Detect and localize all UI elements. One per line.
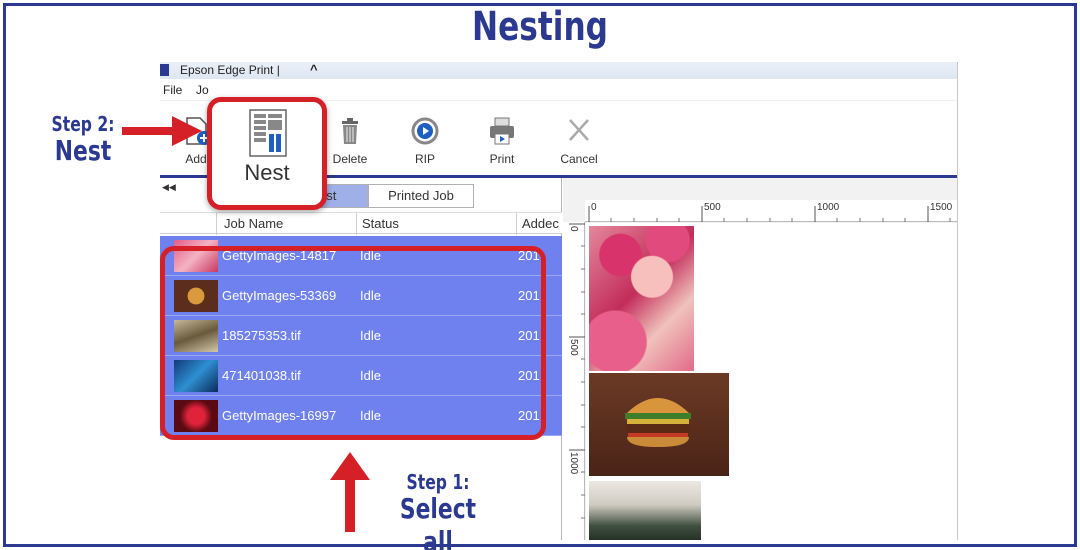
step1-number: Step 1:	[406, 470, 470, 494]
arrow-up-icon	[330, 452, 370, 532]
ribbon-collapse-button[interactable]: ^	[310, 62, 318, 77]
ruler-label: 0	[591, 202, 597, 213]
menu-job[interactable]: Jo	[196, 83, 209, 97]
vertical-ruler: 0 500 1000	[563, 222, 585, 540]
close-icon	[549, 114, 609, 148]
ruler-ticks	[569, 223, 585, 519]
ruler-label: 1000	[568, 452, 579, 475]
window-title: Epson Edge Print |	[180, 63, 280, 77]
rip-button[interactable]: RIP	[395, 114, 455, 166]
horizontal-ruler: 0 500 1000 1500	[585, 200, 957, 222]
ruler-label: 1500	[930, 202, 953, 213]
rip-label: RIP	[414, 152, 435, 166]
step1-text: Select all	[399, 492, 477, 550]
rip-icon	[395, 114, 455, 148]
printer-icon	[472, 114, 532, 148]
menu-file[interactable]: File	[163, 83, 182, 97]
nest-label: Nest	[244, 160, 290, 185]
collapse-pane-icon[interactable]: ◀◀	[162, 182, 176, 193]
page-title: Nesting	[471, 4, 608, 50]
arrow-right-icon	[122, 116, 202, 146]
step1-annotation: Step 1: Select all	[368, 470, 508, 550]
landscape-image[interactable]	[589, 481, 701, 540]
column-job-name[interactable]: Job Name	[224, 216, 283, 231]
ruler-label: 500	[568, 339, 579, 356]
step2-annotation: Step 2: Nest	[38, 112, 128, 167]
print-label: Print	[489, 152, 515, 166]
add-label: Add	[185, 152, 207, 166]
delete-button[interactable]: Delete	[320, 114, 380, 166]
nest-canvas[interactable]	[586, 223, 957, 540]
print-button[interactable]: Print	[472, 114, 532, 166]
ruler-ticks	[588, 206, 951, 222]
trash-icon	[320, 114, 380, 148]
tab-printed-job[interactable]: Printed Job	[368, 184, 474, 208]
nest-icon	[249, 109, 287, 157]
rose-face-image[interactable]	[589, 226, 694, 371]
layout-preview-pane: 0 500 1000 1500 0 500 1000	[563, 178, 957, 540]
delete-label: Delete	[332, 152, 368, 166]
ruler-label: 1000	[817, 202, 840, 213]
burger-image[interactable]	[589, 373, 729, 476]
selection-highlight	[160, 246, 546, 440]
cancel-label: Cancel	[560, 152, 598, 166]
step2-number: Step 2:	[51, 112, 115, 136]
column-status[interactable]: Status	[362, 216, 399, 231]
column-divider	[356, 213, 357, 235]
app-icon	[160, 64, 169, 76]
job-table-header: Job Name Status Addec	[160, 212, 562, 235]
ruler-label: 500	[704, 202, 721, 213]
nest-button[interactable]: Nest	[207, 97, 327, 210]
column-divider	[516, 213, 517, 235]
step2-text: Nest	[54, 134, 112, 167]
column-added[interactable]: Addec	[522, 216, 559, 231]
window-titlebar: Epson Edge Print | ^	[160, 62, 957, 79]
burger-illustration	[625, 398, 691, 447]
cancel-button[interactable]: Cancel	[549, 114, 609, 166]
column-divider	[216, 213, 217, 235]
ruler-label: 0	[568, 226, 579, 232]
